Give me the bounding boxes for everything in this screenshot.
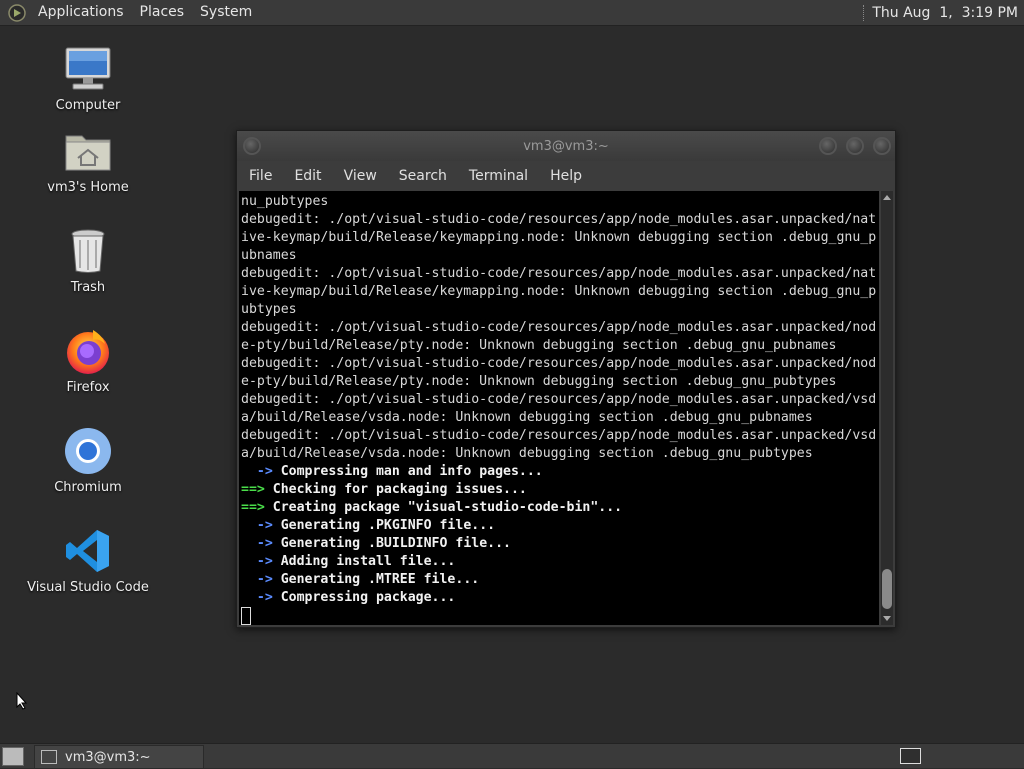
desktop-icon-chromium[interactable]: Chromium <box>23 426 153 495</box>
terminal-prompt-marker: -> <box>241 536 273 551</box>
terminal-line: e-pty/build/Release/pty.node: Unknown de… <box>241 374 837 389</box>
close-button[interactable] <box>873 137 891 155</box>
menu-search[interactable]: Search <box>389 168 457 184</box>
terminal-line: e-pty/build/Release/pty.node: Unknown de… <box>241 338 837 353</box>
clock[interactable]: Thu Aug 1, 3:19 PM <box>872 5 1024 21</box>
terminal-line: ubnames <box>241 248 297 263</box>
firefox-icon <box>63 326 113 376</box>
menu-system[interactable]: System <box>192 0 260 25</box>
terminal-message: Compressing package... <box>272 590 456 605</box>
terminal-cursor <box>241 607 251 625</box>
terminal-prompt-marker: -> <box>241 590 273 605</box>
desktop-icon-label: Computer <box>55 98 121 113</box>
terminal-line: debugedit: ./opt/visual-studio-code/reso… <box>241 356 877 371</box>
workspace-switcher[interactable] <box>900 748 921 764</box>
terminal-prompt-marker: -> <box>241 464 273 479</box>
trash-icon <box>63 226 113 276</box>
menu-places[interactable]: Places <box>132 0 193 25</box>
window-titlebar[interactable]: vm3@vm3:~ <box>237 131 895 161</box>
terminal-output[interactable]: nu_pubtypes debugedit: ./opt/visual-stud… <box>239 191 879 625</box>
terminal-line: ==> Checking for packaging issues... <box>241 482 527 497</box>
terminal-prompt-marker: -> <box>241 572 273 587</box>
desktop-icon-label: Trash <box>70 280 106 295</box>
terminal-line: debugedit: ./opt/visual-studio-code/reso… <box>241 428 877 443</box>
desktop-icon-label: Visual Studio Code <box>27 580 149 595</box>
terminal-message: Generating .BUILDINFO file... <box>272 536 511 551</box>
terminal-message: Generating .MTREE file... <box>272 572 480 587</box>
terminal-line: ==> Creating package "visual-studio-code… <box>241 500 622 515</box>
terminal-line: -> Generating .PKGINFO file... <box>241 518 495 533</box>
terminal-prompt-marker: -> <box>241 554 273 569</box>
terminal-line: a/build/Release/vsda.node: Unknown debug… <box>241 446 813 461</box>
terminal-prompt-marker: ==> <box>241 482 265 497</box>
terminal-line: -> Generating .MTREE file... <box>241 572 479 587</box>
terminal-line: ubtypes <box>241 302 297 317</box>
menu-edit[interactable]: Edit <box>284 168 331 184</box>
show-desktop-icon[interactable] <box>2 747 24 766</box>
terminal-line: -> Compressing package... <box>241 590 456 605</box>
mouse-pointer-icon <box>16 691 28 714</box>
terminal-line: nu_pubtypes <box>241 194 329 209</box>
computer-icon <box>63 44 113 94</box>
desktop-icon-label: vm3's Home <box>47 180 129 195</box>
terminal-line: debugedit: ./opt/visual-studio-code/reso… <box>241 392 877 407</box>
desktop-icon-firefox[interactable]: Firefox <box>23 326 153 395</box>
minimize-button[interactable] <box>819 137 837 155</box>
scroll-down-icon[interactable] <box>883 616 891 621</box>
desktop-icon-label: Firefox <box>66 380 110 395</box>
menu-view[interactable]: View <box>334 168 387 184</box>
terminal-message: Adding install file... <box>272 554 456 569</box>
terminal-prompt-marker: -> <box>241 518 273 533</box>
terminal-line: debugedit: ./opt/visual-studio-code/reso… <box>241 212 877 227</box>
taskbar-window-label: vm3@vm3:~ <box>65 749 151 765</box>
desktop-icon-label: Chromium <box>54 480 122 495</box>
desktop-icon-home[interactable]: vm3's Home <box>23 126 153 195</box>
scroll-up-icon[interactable] <box>883 195 891 200</box>
terminal-text: nu_pubtypes debugedit: ./opt/visual-stud… <box>239 191 879 625</box>
distro-logo-icon[interactable] <box>8 3 26 22</box>
terminal-message: Compressing man and info pages... <box>272 464 543 479</box>
terminal-line: -> Generating .BUILDINFO file... <box>241 536 511 551</box>
terminal-line: debugedit: ./opt/visual-studio-code/reso… <box>241 266 877 281</box>
terminal-message: Checking for packaging issues... <box>264 482 527 497</box>
terminal-line: ive-keymap/build/Release/keymapping.node… <box>241 230 877 245</box>
terminal-line: -> Compressing man and info pages... <box>241 464 543 479</box>
menu-applications[interactable]: Applications <box>30 0 132 25</box>
terminal-line: debugedit: ./opt/visual-studio-code/reso… <box>241 320 877 335</box>
home-folder-icon <box>63 126 113 176</box>
terminal-menubar: File Edit View Search Terminal Help <box>237 161 895 190</box>
desktop-icon-computer[interactable]: Computer <box>23 44 153 113</box>
menu-file[interactable]: File <box>239 168 282 184</box>
terminal-line: ive-keymap/build/Release/keymapping.node… <box>241 284 877 299</box>
menu-help[interactable]: Help <box>540 168 592 184</box>
scrollbar-thumb[interactable] <box>882 569 892 609</box>
top-panel: Applications Places System Thu Aug 1, 3:… <box>0 0 1024 26</box>
taskbar-window-button[interactable]: vm3@vm3:~ <box>34 745 204 769</box>
terminal-icon <box>41 750 57 764</box>
terminal-scrollbar[interactable] <box>881 191 893 625</box>
terminal-line: -> Adding install file... <box>241 554 456 569</box>
terminal-line: a/build/Release/vsda.node: Unknown debug… <box>241 410 813 425</box>
terminal-window[interactable]: vm3@vm3:~ File Edit View Search Terminal… <box>236 130 896 628</box>
terminal-prompt-marker: ==> <box>241 500 265 515</box>
terminal-message: Creating package "visual-studio-code-bin… <box>264 500 623 515</box>
panel-separator <box>863 4 866 21</box>
bottom-panel: vm3@vm3:~ <box>0 743 1024 769</box>
maximize-button[interactable] <box>846 137 864 155</box>
desktop-icon-vscode[interactable]: Visual Studio Code <box>23 526 153 595</box>
terminal-message: Generating .PKGINFO file... <box>272 518 496 533</box>
menu-terminal[interactable]: Terminal <box>459 168 538 184</box>
window-title: vm3@vm3:~ <box>523 139 609 154</box>
chromium-icon <box>63 426 113 476</box>
desktop-icon-trash[interactable]: Trash <box>23 226 153 295</box>
vscode-icon <box>63 526 113 576</box>
